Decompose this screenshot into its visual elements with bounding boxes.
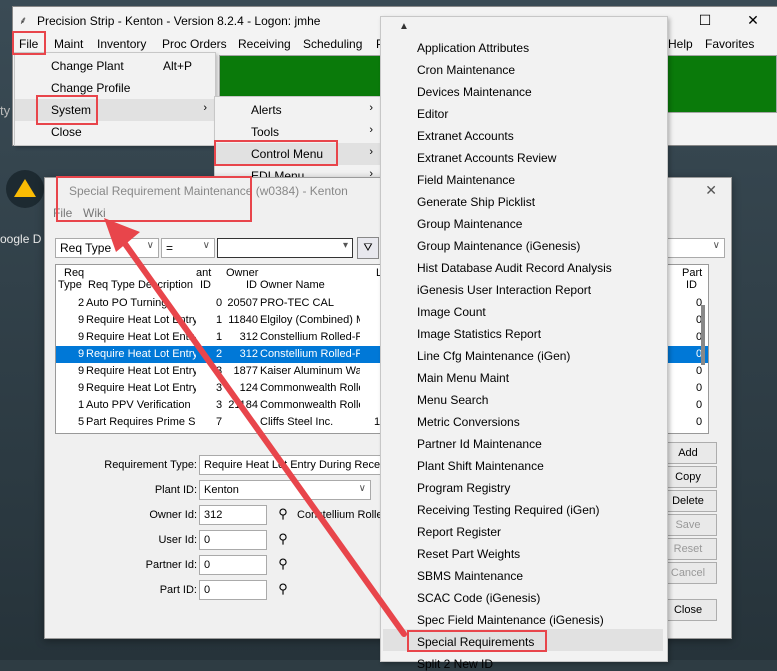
arrow-shaft [115,231,407,637]
arrow-head [104,218,140,252]
annotation-arrow [104,218,407,637]
